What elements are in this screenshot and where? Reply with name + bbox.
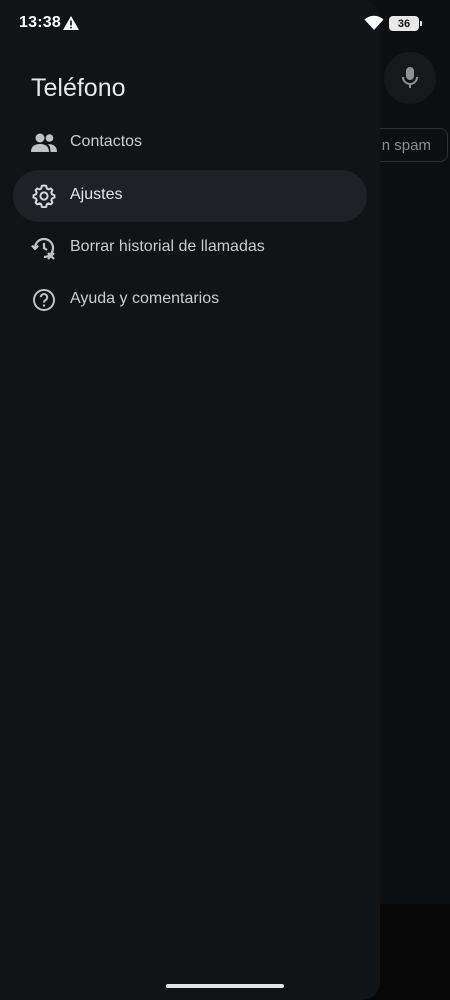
menu-item-settings[interactable]: Ajustes <box>13 170 367 222</box>
menu-item-label: Contactos <box>70 133 143 150</box>
clear-history-icon <box>31 235 57 261</box>
menu-item-clear-call-history[interactable]: Borrar historial de llamadas <box>13 222 367 274</box>
spam-filter-chip-label: n spam <box>381 136 431 154</box>
menu-item-label: Borrar historial de llamadas <box>70 238 265 255</box>
battery-level: 36 <box>397 17 411 30</box>
menu-item-label: Ayuda y comentarios <box>70 290 220 307</box>
status-bar: 13:38 36 <box>0 0 450 48</box>
wifi-icon <box>364 15 384 30</box>
menu-item-label: Ajustes <box>70 186 123 203</box>
navigation-drawer: Teléfono Contactos Ajustes Borrar histor… <box>0 0 380 1000</box>
settings-gear-icon <box>31 183 57 209</box>
menu-item-help-feedback[interactable]: Ayuda y comentarios <box>13 274 367 326</box>
microphone-icon <box>402 67 418 88</box>
contacts-icon <box>31 130 57 156</box>
battery-indicator: 36 <box>389 16 422 31</box>
gesture-navigation-handle[interactable] <box>166 984 284 988</box>
menu-item-contacts[interactable]: Contactos <box>13 117 367 169</box>
voice-search-button[interactable] <box>384 52 436 104</box>
help-icon <box>31 287 57 313</box>
drawer-title: Teléfono <box>31 74 126 102</box>
alert-triangle-icon <box>63 16 79 30</box>
status-time: 13:38 <box>19 14 61 31</box>
phone-screen: n spam 13:38 36 Teléfono Contactos Ajust… <box>0 0 450 1000</box>
